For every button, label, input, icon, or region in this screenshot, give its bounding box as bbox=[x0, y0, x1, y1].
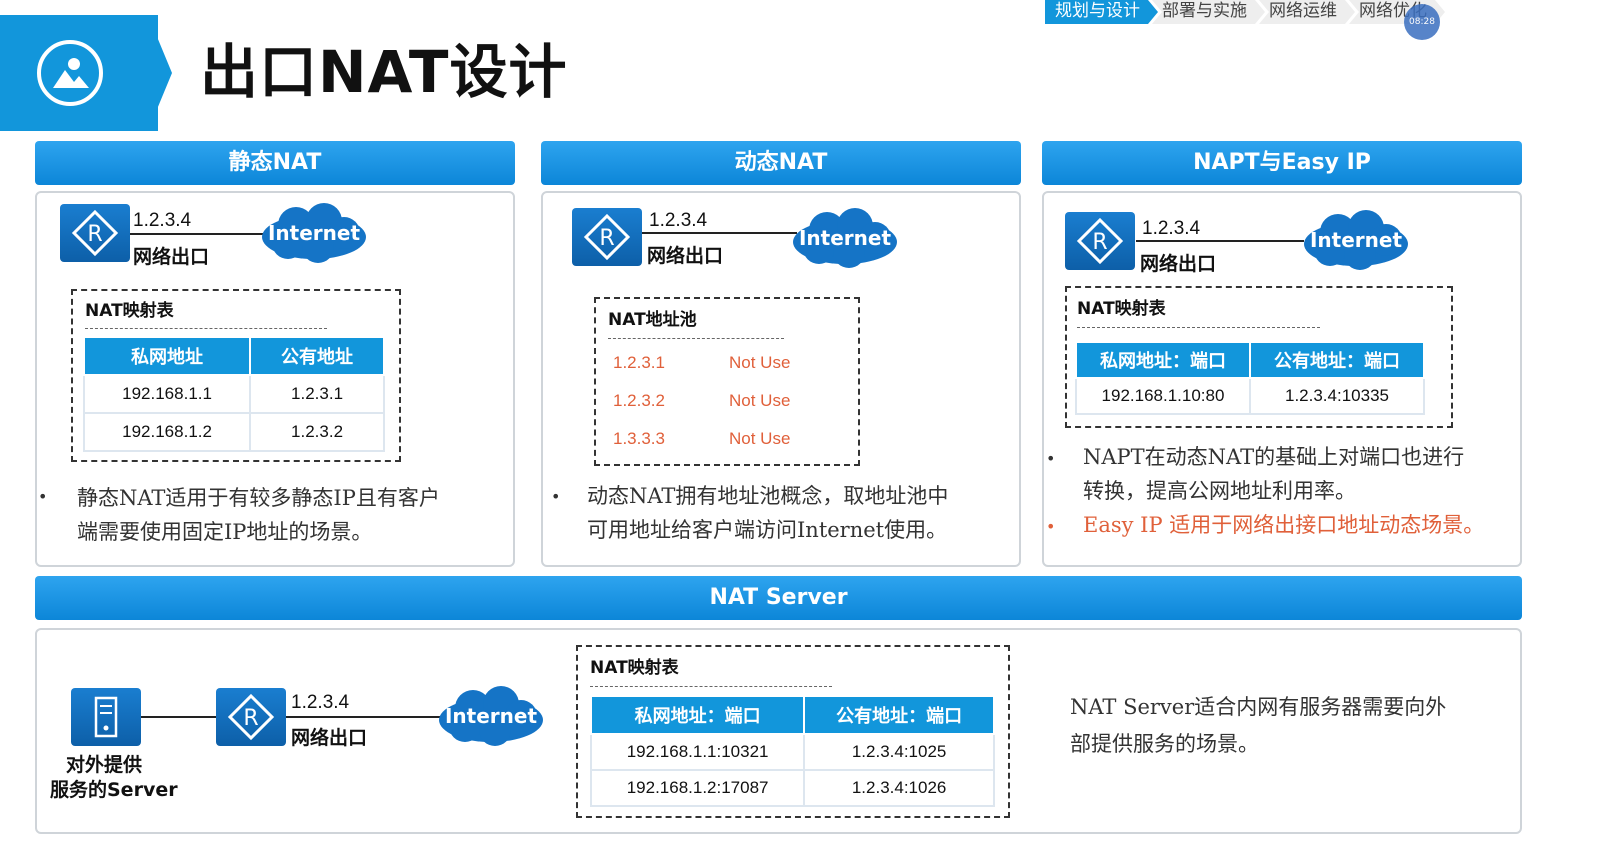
internet-label: Internet bbox=[798, 226, 892, 250]
router-ip: 1.2.3.4 bbox=[1142, 218, 1201, 239]
router-ip: 1.2.3.4 bbox=[133, 210, 192, 231]
dynamic-nat-description: 动态NAT拥有地址池概念，取地址池中 可用地址给客户端访问Internet使用。 bbox=[587, 479, 1012, 547]
table-cell: 1.2.3.4:1026 bbox=[803, 769, 995, 807]
link-line bbox=[141, 716, 219, 718]
divider bbox=[85, 328, 327, 329]
breadcrumb-item-ops[interactable]: 网络运维 bbox=[1259, 0, 1355, 24]
page-title: 出口NAT设计 bbox=[200, 38, 568, 106]
desc-line: NAT Server适合内网有服务器需要向外 bbox=[1070, 695, 1447, 719]
breadcrumb-item-deploy[interactable]: 部署与实施 bbox=[1152, 0, 1265, 24]
exit-label: 网络出口 bbox=[647, 245, 724, 267]
picture-icon bbox=[37, 40, 103, 106]
router-icon: R bbox=[216, 688, 286, 746]
napt-header: NAPT与Easy IP bbox=[1042, 141, 1522, 185]
desc-line: 转换，提高公网地址利用率。 bbox=[1083, 479, 1356, 503]
pool-status: Not Use bbox=[729, 429, 791, 448]
table-cell: 1.2.3.4:10335 bbox=[1249, 377, 1425, 415]
desc-line: 端需要使用固定IP地址的场景。 bbox=[77, 520, 373, 544]
table-row: 192.168.1.2 1.2.3.2 bbox=[82, 412, 385, 452]
column-header: 公有地址：端口 bbox=[1249, 341, 1425, 379]
table-cell: 192.168.1.2:17087 bbox=[589, 769, 806, 807]
nat-server-table: 私网地址：端口 公有地址：端口 192.168.1.1:10321 1.2.3.… bbox=[589, 695, 995, 807]
column-header: 公有地址：端口 bbox=[803, 695, 995, 735]
nat-pool-title: NAT地址池 bbox=[608, 310, 697, 330]
napt-description: NAPT在动态NAT的基础上对端口也进行 转换，提高公网地址利用率。 bbox=[1083, 440, 1513, 508]
link-line bbox=[286, 716, 442, 718]
easy-ip-description: Easy IP 适用于网络出接口地址动态场景。 bbox=[1083, 513, 1485, 537]
exit-label: 网络出口 bbox=[291, 727, 368, 749]
table-cell: 1.2.3.2 bbox=[249, 412, 385, 452]
desc-line: 可用地址给客户端访问Internet使用。 bbox=[587, 518, 948, 542]
bullet-dot: • bbox=[1046, 517, 1056, 536]
table-cell: 192.168.1.1:10321 bbox=[589, 733, 806, 771]
napt-table: 私网地址：端口 公有地址：端口 192.168.1.10:80 1.2.3.4:… bbox=[1075, 341, 1425, 415]
pool-address: 1.2.3.1 bbox=[613, 353, 665, 372]
divider bbox=[590, 686, 832, 687]
bullet-dot: • bbox=[551, 487, 561, 506]
nat-map-title: NAT映射表 bbox=[85, 301, 174, 321]
table-cell: 192.168.1.1 bbox=[82, 374, 252, 414]
nat-server-description: NAT Server适合内网有服务器需要向外 部提供服务的场景。 bbox=[1070, 689, 1500, 763]
desc-line: NAPT在动态NAT的基础上对端口也进行 bbox=[1083, 445, 1465, 469]
link-line bbox=[130, 233, 265, 235]
clock-badge: 08:28 bbox=[1404, 4, 1440, 40]
router-ip: 1.2.3.4 bbox=[291, 692, 350, 713]
nat-map-title: NAT映射表 bbox=[590, 658, 679, 678]
pool-status: Not Use bbox=[729, 353, 791, 372]
table-row: 192.168.1.1:10321 1.2.3.4:1025 bbox=[589, 733, 995, 771]
server-label: 对外提供 bbox=[66, 754, 143, 776]
breadcrumb: 规划与设计 部署与实施 网络运维 网络优化 bbox=[1045, 0, 1439, 24]
static-nat-description: 静态NAT适用于有较多静态IP且有客户 端需要使用固定IP地址的场景。 bbox=[77, 481, 507, 549]
link-line bbox=[642, 232, 797, 234]
router-icon: R bbox=[572, 208, 642, 266]
desc-line: 静态NAT适用于有较多静态IP且有客户 bbox=[77, 486, 440, 510]
table-row: 192.168.1.1 1.2.3.1 bbox=[82, 374, 385, 414]
pool-address: 1.2.3.2 bbox=[613, 391, 665, 410]
column-header: 私网地址 bbox=[82, 336, 252, 376]
column-header: 私网地址：端口 bbox=[589, 695, 806, 735]
desc-line: 部提供服务的场景。 bbox=[1070, 732, 1259, 756]
divider bbox=[1077, 327, 1320, 328]
router-ip: 1.2.3.4 bbox=[649, 210, 708, 231]
svg-text:R: R bbox=[599, 226, 614, 251]
router-icon: R bbox=[60, 204, 130, 262]
internet-label: Internet bbox=[1309, 228, 1403, 252]
static-nat-header: 静态NAT bbox=[35, 141, 515, 185]
svg-text:R: R bbox=[243, 706, 258, 731]
exit-label: 网络出口 bbox=[1140, 253, 1217, 275]
table-cell: 1.2.3.1 bbox=[249, 374, 385, 414]
pool-status: Not Use bbox=[729, 391, 791, 410]
desc-line: 动态NAT拥有地址池概念，取地址池中 bbox=[587, 484, 949, 508]
table-cell: 192.168.1.2 bbox=[82, 412, 252, 452]
column-header: 私网地址：端口 bbox=[1075, 341, 1251, 379]
table-cell: 192.168.1.10:80 bbox=[1075, 377, 1251, 415]
header-chevron bbox=[136, 15, 172, 131]
svg-text:R: R bbox=[1092, 230, 1107, 255]
router-icon: R bbox=[1065, 212, 1135, 270]
divider bbox=[608, 338, 784, 339]
internet-cloud-icon: Internet bbox=[1300, 210, 1412, 272]
nat-map-title: NAT映射表 bbox=[1077, 299, 1166, 319]
exit-label: 网络出口 bbox=[133, 246, 210, 268]
svg-text:R: R bbox=[87, 222, 102, 247]
column-header: 公有地址 bbox=[249, 336, 385, 376]
internet-cloud-icon: Internet bbox=[435, 686, 547, 748]
internet-label: Internet bbox=[267, 221, 361, 245]
server-icon bbox=[71, 688, 141, 746]
internet-cloud-icon: Internet bbox=[789, 208, 901, 270]
table-row: 192.168.1.2:17087 1.2.3.4:1026 bbox=[589, 769, 995, 807]
pool-address: 1.3.3.3 bbox=[613, 429, 665, 448]
static-nat-table: 私网地址 公有地址 192.168.1.1 1.2.3.1 192.168.1.… bbox=[82, 336, 385, 452]
internet-cloud-icon: Internet bbox=[258, 203, 370, 265]
dynamic-nat-header: 动态NAT bbox=[541, 141, 1021, 185]
breadcrumb-item-plan[interactable]: 规划与设计 bbox=[1045, 0, 1158, 24]
server-label: 服务的Server bbox=[50, 779, 178, 801]
bullet-dot: • bbox=[38, 487, 48, 506]
table-cell: 1.2.3.4:1025 bbox=[803, 733, 995, 771]
table-row: 192.168.1.10:80 1.2.3.4:10335 bbox=[1075, 377, 1425, 415]
nat-server-header: NAT Server bbox=[35, 576, 1522, 620]
link-line bbox=[1136, 240, 1304, 242]
internet-label: Internet bbox=[444, 704, 538, 728]
bullet-dot: • bbox=[1046, 449, 1056, 468]
